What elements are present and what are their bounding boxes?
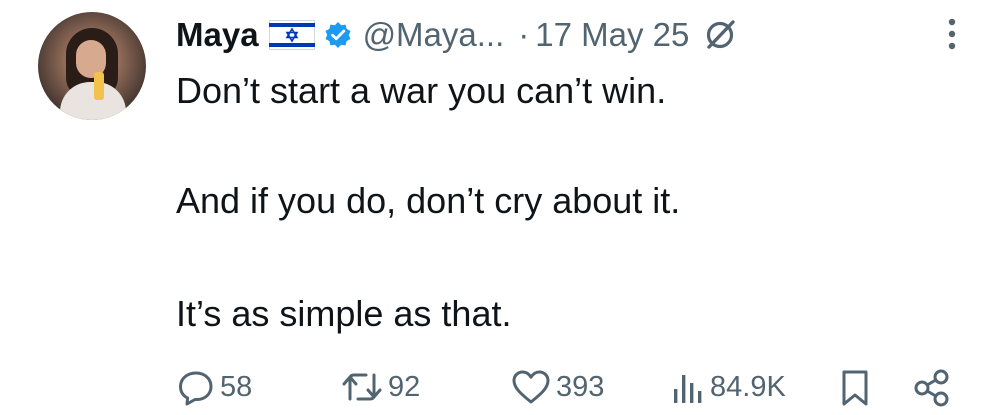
grok-icon[interactable]	[703, 18, 737, 52]
post-text-line-1: Don’t start a war you can’t win.	[176, 70, 667, 111]
author-handle[interactable]: @Maya...	[363, 16, 505, 54]
reply-count: 58	[220, 370, 253, 403]
post-text-line-2: And if you do, don’t cry about it.	[176, 180, 681, 221]
verified-badge-icon	[323, 20, 353, 50]
views-button[interactable]: 84.9K	[670, 362, 786, 412]
share-button[interactable]	[912, 368, 952, 413]
repost-button[interactable]: 92	[340, 362, 420, 412]
post-header: Maya @Maya... · 17 May 25	[176, 10, 737, 60]
action-bar: 58 92 393 84.9K	[0, 362, 1008, 412]
avatar[interactable]	[38, 12, 146, 120]
repost-count: 92	[388, 370, 421, 403]
israel-flag-icon	[268, 20, 315, 50]
like-button[interactable]: 393	[510, 362, 604, 412]
post-text-line-3: It’s as simple as that.	[176, 293, 512, 334]
like-icon	[512, 370, 550, 404]
reply-icon	[179, 371, 213, 406]
share-icon	[914, 369, 949, 407]
like-count: 393	[556, 370, 605, 403]
avatar-drink	[94, 72, 104, 100]
author-name[interactable]: Maya	[176, 16, 259, 54]
post-date[interactable]: 17 May 25	[535, 16, 689, 54]
separator-dot: ·	[518, 16, 530, 53]
bookmark-icon	[842, 370, 868, 406]
bookmark-button[interactable]	[838, 368, 872, 413]
more-options-icon[interactable]	[942, 14, 962, 58]
repost-icon	[342, 373, 382, 401]
reply-button[interactable]: 58	[176, 362, 252, 412]
views-icon	[674, 375, 702, 403]
view-count: 84.9K	[710, 370, 786, 403]
